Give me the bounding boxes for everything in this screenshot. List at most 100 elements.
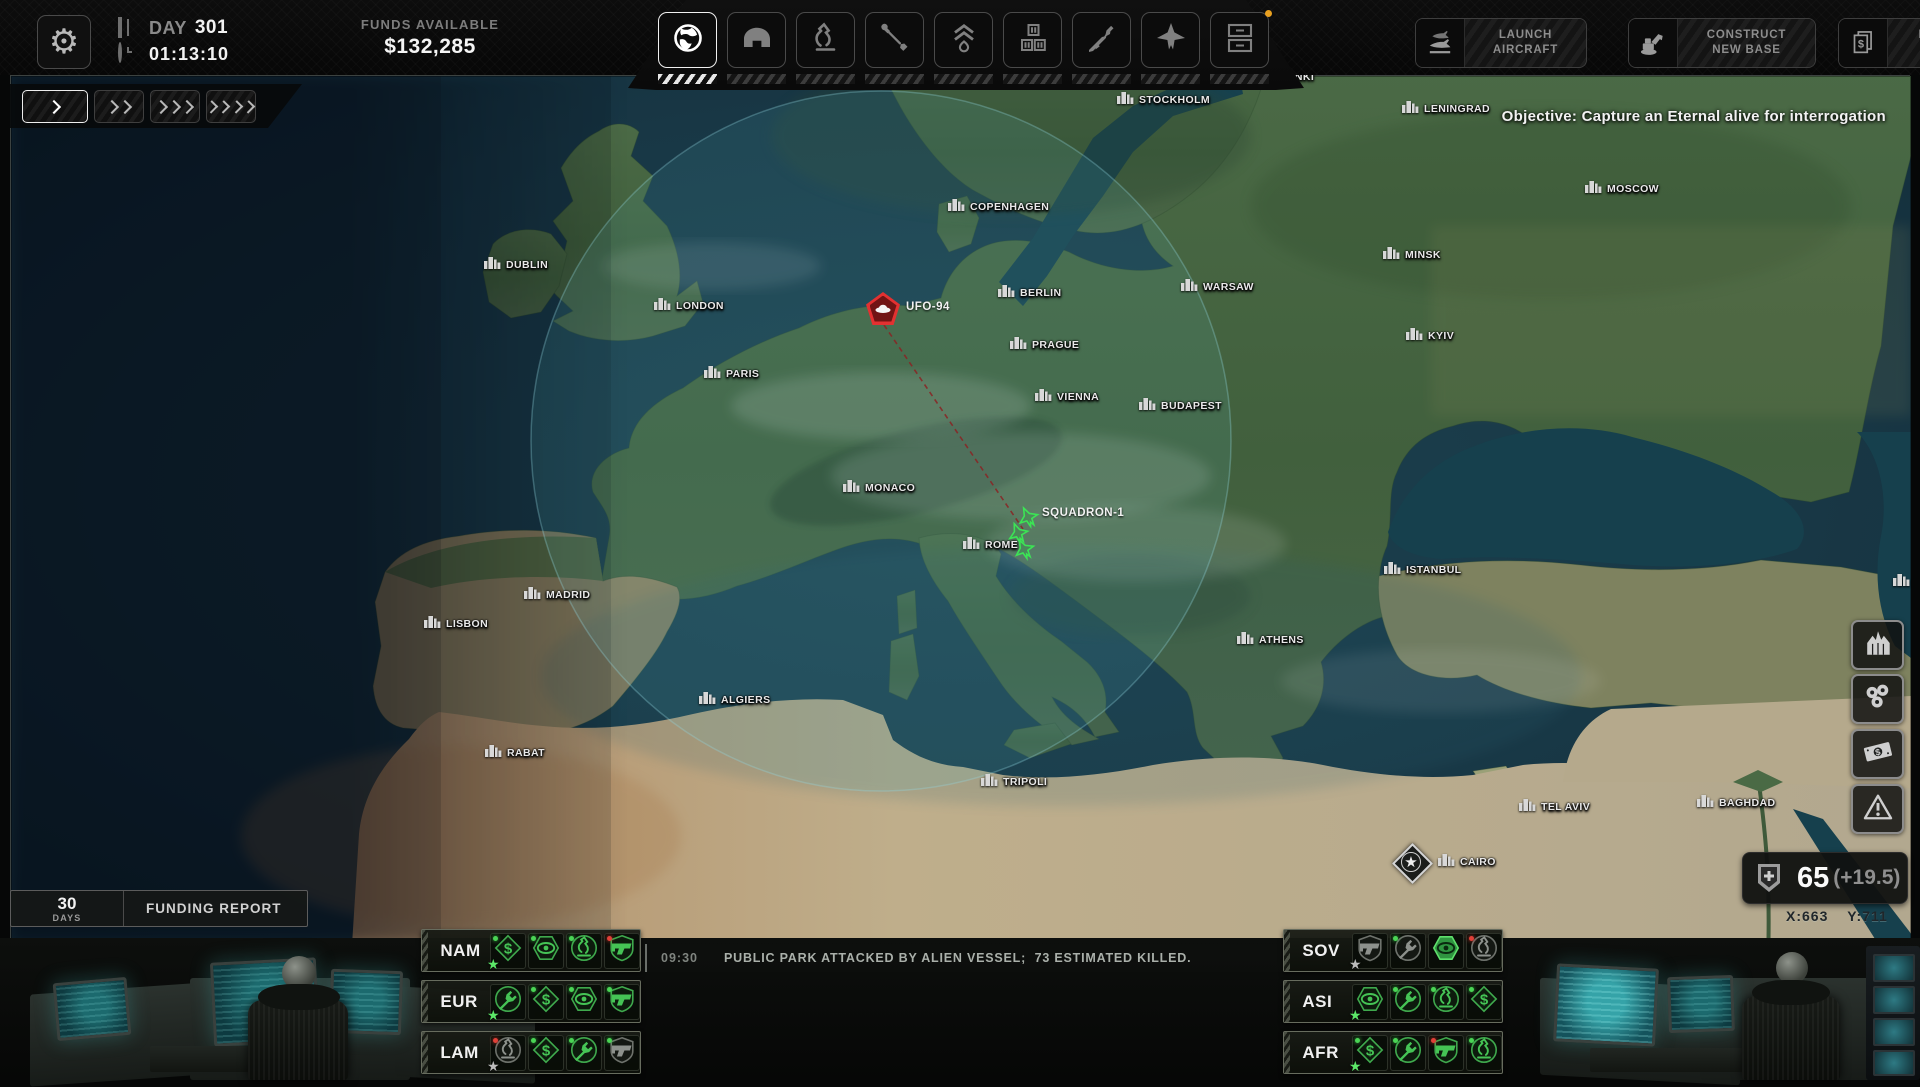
status-dot-green: [1431, 986, 1436, 992]
nav-aircraft-button[interactable]: [1141, 12, 1202, 86]
region-lam-engineering-tile[interactable]: [566, 1034, 602, 1071]
region-panel-asi[interactable]: ASI ★ $: [1283, 980, 1503, 1023]
region-code: SOV: [1302, 940, 1340, 960]
focus-star-icon: ★: [487, 1057, 500, 1074]
top-bar: ⚙ DAY 301 01:13:10 FUNDS AVAILABLE $132,…: [0, 0, 1920, 90]
map-terrain: [11, 76, 1911, 941]
region-panel-afr[interactable]: AFR $ ★: [1283, 1031, 1503, 1074]
status-dot-green: [569, 935, 574, 941]
region-eur-eye-tile[interactable]: [566, 983, 602, 1020]
action-label: FUNDINGREPORT: [1888, 19, 1920, 67]
map-tool-crystals-button[interactable]: [1851, 620, 1904, 670]
region-eur-engineering-tile[interactable]: ★: [487, 983, 526, 1023]
region-asi-engineering-tile[interactable]: [1390, 983, 1426, 1020]
construct-icon: [1629, 19, 1678, 67]
region-nam-defense-tile[interactable]: [604, 932, 640, 969]
region-afr-defense-tile[interactable]: [1428, 1034, 1464, 1071]
region-asi-eye-tile[interactable]: ★: [1349, 983, 1388, 1023]
nav-personnel-button[interactable]: [934, 12, 995, 86]
svg-text:$: $: [504, 941, 513, 958]
nav-armory-button[interactable]: [1072, 12, 1133, 86]
region-nam-research-tile[interactable]: [566, 932, 602, 969]
settings-button[interactable]: ⚙: [37, 15, 91, 69]
region-lam-dollar-tile[interactable]: $: [528, 1034, 564, 1071]
day-label: DAY: [149, 17, 187, 38]
focus-star-icon: ★: [1349, 1006, 1362, 1023]
map-tool-drums-button[interactable]: [1851, 674, 1904, 724]
status-dot-green: [531, 1037, 536, 1043]
time-speed-2-button[interactable]: [94, 90, 144, 123]
chevron-icon: [117, 99, 131, 113]
archives-icon: [1220, 18, 1260, 63]
region-lam-research-tile[interactable]: ★: [487, 1034, 526, 1074]
score-delta: (+19.5): [1833, 866, 1901, 889]
detection-radius-circle: [530, 90, 1232, 792]
funds-display: FUNDS AVAILABLE $132,285: [310, 17, 550, 59]
region-nam-dollar-tile[interactable]: $ ★: [487, 932, 526, 972]
status-dot-red: [1431, 1037, 1436, 1043]
nav-bases-button[interactable]: [727, 12, 788, 86]
eye-icon: [1431, 933, 1461, 968]
nav-stores-button[interactable]: [1003, 12, 1064, 86]
region-eur-dollar-tile[interactable]: $: [528, 983, 564, 1020]
status-dot-green: [1393, 935, 1398, 941]
action-label: CONSTRUCT NEW BASE: [1678, 19, 1815, 67]
region-panel-eur[interactable]: EUR ★ $: [421, 980, 641, 1023]
time-speed-1-button[interactable]: [22, 90, 88, 123]
svg-text:$: $: [542, 1043, 551, 1060]
construct-new-base-button[interactable]: CONSTRUCT NEW BASE: [1628, 18, 1816, 68]
region-score-box: 65 (+19.5): [1742, 852, 1908, 904]
status-dot-green: [569, 986, 574, 992]
status-dot-green: [493, 935, 498, 941]
region-asi-research-tile[interactable]: [1428, 983, 1464, 1020]
nav-hatch-strip: [1210, 74, 1269, 84]
region-sov-research-tile[interactable]: [1466, 932, 1502, 969]
personnel-icon: [944, 18, 984, 63]
funding-report-countdown[interactable]: 30 DAYS FUNDING REPORT: [10, 890, 308, 927]
nav-engineering-button[interactable]: [865, 12, 926, 86]
region-panel-lam[interactable]: LAM ★ $: [421, 1031, 641, 1074]
region-lam-defense-tile[interactable]: [604, 1034, 640, 1071]
focus-star-icon: ★: [1349, 955, 1362, 972]
nav-research-button[interactable]: [796, 12, 857, 86]
objective-text: Objective: Capture an Eternal alive for …: [1501, 108, 1886, 125]
nav-geoscape-button[interactable]: [658, 12, 719, 86]
cursor-coordinates: X:663 Y:711: [1786, 908, 1888, 924]
svg-text:$: $: [1480, 992, 1489, 1009]
nav-archives-button[interactable]: [1210, 10, 1272, 86]
region-afr-dollar-tile[interactable]: $ ★: [1349, 1034, 1388, 1074]
launch-icon: [1416, 19, 1465, 67]
region-sov-eye-tile[interactable]: [1428, 932, 1464, 969]
ticker-message: PUBLIC PARK ATTACKED BY ALIEN VESSEL; 73…: [723, 951, 1192, 965]
region-asi-dollar-tile[interactable]: $: [1466, 983, 1502, 1020]
day-value: 301: [194, 17, 229, 38]
region-panel-sov[interactable]: SOV ★: [1283, 929, 1503, 972]
focus-star-icon: ★: [487, 955, 500, 972]
region-code: ASI: [1302, 991, 1333, 1011]
map-tool-alert-button[interactable]: [1851, 784, 1904, 834]
status-dot-green: [1393, 986, 1398, 992]
time-speed-4-button[interactable]: [206, 90, 256, 123]
region-sov-defense-tile[interactable]: ★: [1349, 932, 1388, 972]
region-eur-defense-tile[interactable]: [604, 983, 640, 1020]
funding-report-button[interactable]: $ FUNDINGREPORT: [1838, 18, 1920, 68]
world-map[interactable]: [10, 75, 1911, 941]
region-panel-nam[interactable]: NAM $ ★: [421, 929, 641, 972]
score-value: 65: [1797, 861, 1830, 894]
region-sov-engineering-tile[interactable]: [1390, 932, 1426, 969]
funds-label: FUNDS AVAILABLE: [360, 17, 500, 32]
geoscape-icon: [668, 18, 708, 63]
launch-aircraft-button[interactable]: LAUNCH AIRCRAFT: [1415, 18, 1587, 68]
map-tool-cash-button[interactable]: $: [1851, 729, 1904, 779]
region-nam-eye-tile[interactable]: [528, 932, 564, 969]
svg-text:$: $: [1858, 39, 1864, 51]
time-speed-3-button[interactable]: [150, 90, 200, 123]
chevron-icon: [180, 99, 194, 113]
nav-hatch-strip: [1072, 74, 1131, 84]
status-dot-green: [1393, 1037, 1398, 1043]
crystals-icon: [1860, 625, 1896, 666]
region-afr-research-tile[interactable]: [1466, 1034, 1502, 1071]
stores-icon: [1013, 18, 1053, 63]
region-afr-engineering-tile[interactable]: [1390, 1034, 1426, 1071]
nav-hatch-strip: [1003, 74, 1062, 84]
